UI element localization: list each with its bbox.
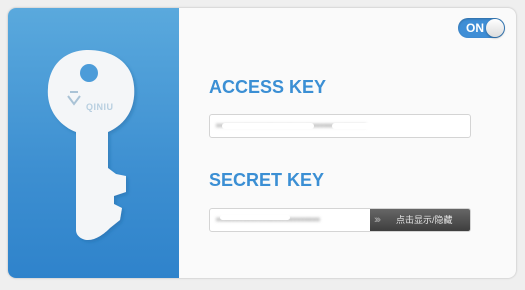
- secret-key-title: SECRET KEY: [209, 170, 325, 190]
- secret-key-value: •••••••••••••••••••••••••••: [216, 214, 320, 226]
- redaction-mask: [220, 215, 290, 220]
- on-off-toggle[interactable]: ON: [458, 18, 505, 38]
- redaction-mask: [332, 123, 460, 129]
- brand-logo-text: QINIU: [86, 102, 114, 112]
- double-chevron-right-icon: ›››: [374, 214, 381, 226]
- access-key-field[interactable]: •••••••••••••••••••••••••••••••••••••••: [209, 114, 471, 138]
- reveal-toggle-button[interactable]: ››› 点击显示/隐藏: [370, 209, 470, 231]
- key-icon: [47, 50, 135, 240]
- access-key-title: ACCESS KEY: [209, 77, 327, 97]
- toggle-knob[interactable]: [486, 19, 504, 37]
- api-key-card: QINIU ON ACCESS KEY ••••••••••••••••••••…: [8, 8, 516, 278]
- secret-key-field[interactable]: ••••••••••••••••••••••••••• ››› 点击显示/隐藏: [209, 208, 471, 232]
- toggle-label: ON: [466, 21, 484, 35]
- reveal-label: 点击显示/隐藏: [396, 215, 453, 225]
- redaction-mask: [222, 123, 314, 129]
- key-illustration-panel: QINIU: [8, 8, 179, 278]
